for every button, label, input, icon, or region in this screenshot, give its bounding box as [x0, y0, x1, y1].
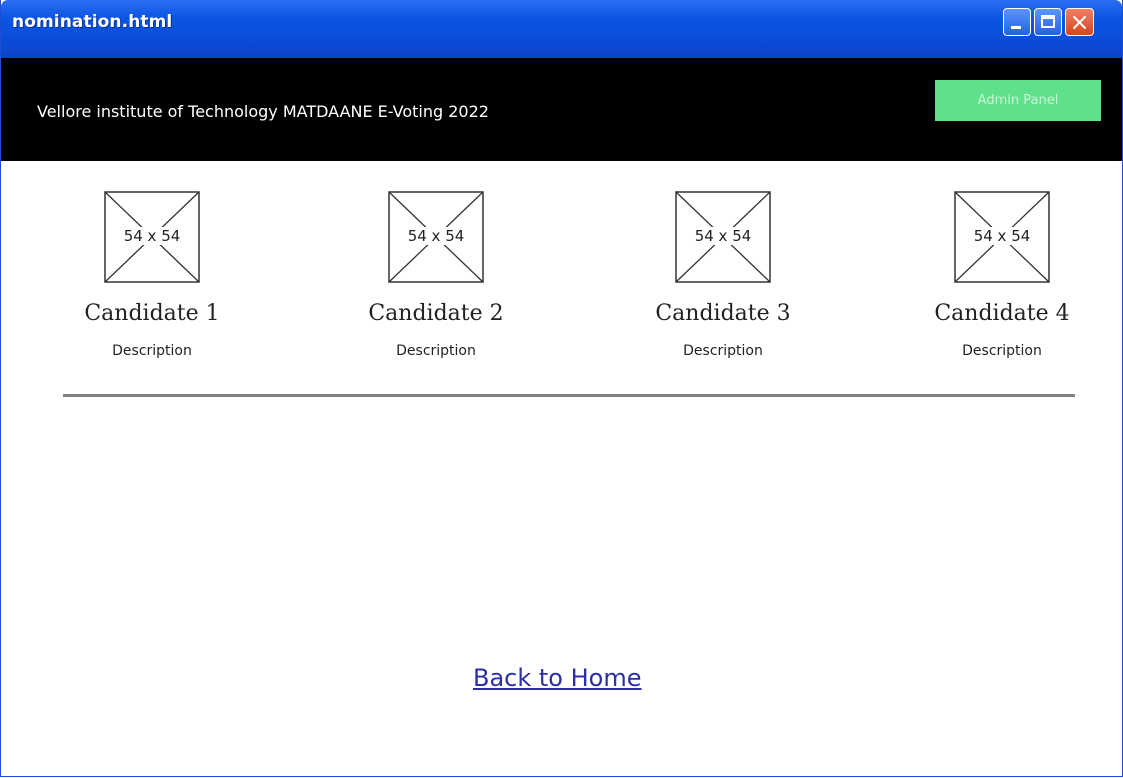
candidate-card[interactable]: 54 x 54 Candidate 3 Description	[633, 191, 813, 371]
minimize-button[interactable]	[1003, 8, 1031, 36]
candidate-description: Description	[962, 343, 1042, 359]
minimize-icon	[1011, 26, 1021, 29]
candidate-name: Candidate 2	[368, 301, 504, 326]
browser-window: nomination.html × Vellore institute of T…	[0, 0, 1123, 777]
candidate-name: Candidate 1	[84, 301, 220, 326]
placeholder-size-label: 54 x 54	[972, 227, 1032, 245]
candidate-image-placeholder: 54 x 54	[104, 191, 200, 283]
app-title: Vellore institute of Technology MATDAANE…	[37, 102, 489, 121]
maximize-icon	[1041, 15, 1055, 28]
candidate-description: Description	[396, 343, 476, 359]
close-button[interactable]: ×	[1065, 8, 1094, 36]
window-titlebar[interactable]: nomination.html ×	[1, 0, 1122, 58]
candidate-description: Description	[683, 343, 763, 359]
admin-panel-button[interactable]: Admin Panel	[935, 80, 1101, 121]
back-to-home-link[interactable]: Back to Home	[473, 664, 642, 692]
candidate-image-placeholder: 54 x 54	[675, 191, 771, 283]
maximize-button[interactable]	[1034, 8, 1062, 36]
candidate-card[interactable]: 54 x 54 Candidate 4 Description	[912, 191, 1092, 371]
candidate-card[interactable]: 54 x 54 Candidate 1 Description	[62, 191, 242, 371]
app-header: Vellore institute of Technology MATDAANE…	[1, 58, 1122, 161]
close-icon: ×	[1069, 8, 1090, 36]
candidate-description: Description	[112, 343, 192, 359]
placeholder-size-label: 54 x 54	[406, 227, 466, 245]
candidate-image-placeholder: 54 x 54	[388, 191, 484, 283]
placeholder-size-label: 54 x 54	[122, 227, 182, 245]
candidate-name: Candidate 3	[655, 301, 791, 326]
candidate-name: Candidate 4	[934, 301, 1070, 326]
candidate-card[interactable]: 54 x 54 Candidate 2 Description	[346, 191, 526, 371]
candidates-divider	[63, 394, 1075, 397]
placeholder-size-label: 54 x 54	[693, 227, 753, 245]
window-title: nomination.html	[12, 12, 173, 32]
candidate-image-placeholder: 54 x 54	[954, 191, 1050, 283]
